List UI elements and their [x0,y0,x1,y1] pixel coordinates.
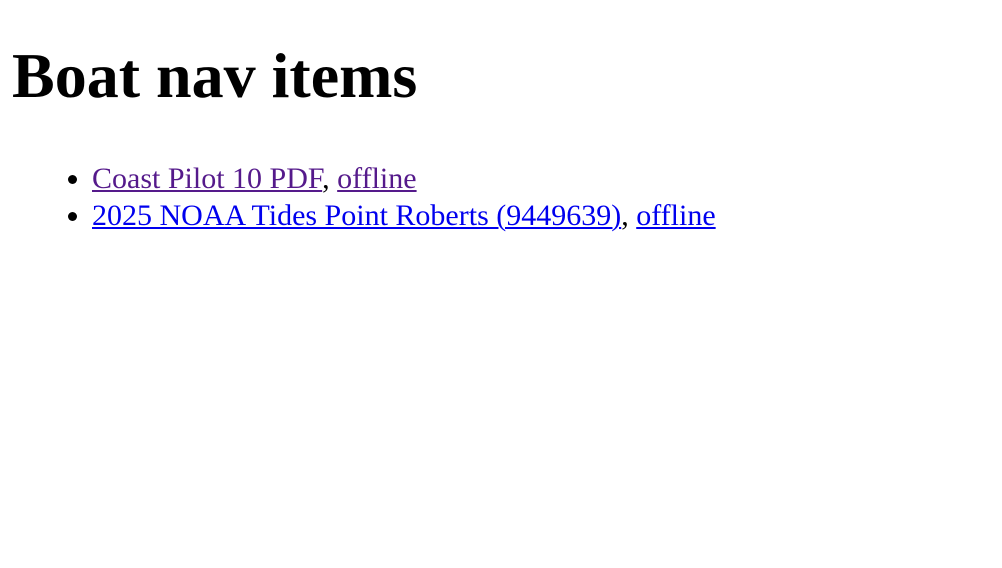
nav-items-list: Coast Pilot 10 PDF, offline 2025 NOAA Ti… [12,160,990,234]
list-separator: , [322,162,338,195]
noaa-tides-link[interactable]: 2025 NOAA Tides Point Roberts (9449639) [92,199,621,232]
page-title: Boat nav items [12,40,418,111]
coast-pilot-offline-link[interactable]: offline [337,162,416,195]
coast-pilot-link[interactable]: Coast Pilot 10 PDF [92,162,322,195]
list-separator: , [621,199,637,232]
page: Boat nav items Coast Pilot 10 PDF, offli… [0,44,1002,234]
list-item-coast-pilot: Coast Pilot 10 PDF, offline [92,160,990,197]
list-item-noaa-tides: 2025 NOAA Tides Point Roberts (9449639),… [92,197,990,234]
noaa-tides-offline-link[interactable]: offline [636,199,715,232]
